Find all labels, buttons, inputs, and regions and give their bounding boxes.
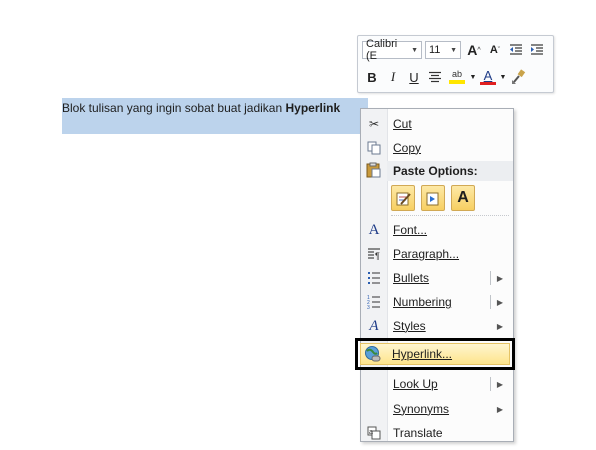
split-divider — [490, 377, 491, 391]
chevron-down-icon: ▼ — [450, 46, 457, 54]
font-color-bar — [480, 82, 496, 85]
submenu-arrow-icon[interactable]: ▶ — [497, 298, 503, 307]
svg-text:3: 3 — [367, 305, 370, 309]
selected-text-regular: Blok tulisan yang ingin sobat buat jadik… — [62, 101, 286, 115]
font-size-value: 11 — [429, 44, 441, 56]
format-painter-icon — [512, 69, 526, 84]
format-painter-button[interactable] — [508, 67, 528, 87]
menu-item-styles[interactable]: A Styles ▶ — [361, 315, 513, 337]
split-divider — [490, 295, 491, 309]
split-divider — [490, 271, 491, 285]
menu-item-bullets[interactable]: Bullets ▶ — [361, 267, 513, 289]
numbering-icon: 123 — [365, 293, 383, 311]
menu-item-label: Look Up — [393, 377, 438, 391]
menu-item-synonyms[interactable]: Synonyms ▶ — [361, 398, 513, 420]
submenu-arrow-icon[interactable]: ▶ — [497, 380, 503, 389]
font-color-button[interactable]: A — [478, 67, 498, 87]
selected-text-bold: Hyperlink — [285, 101, 341, 115]
chevron-down-icon[interactable]: ▼ — [499, 67, 507, 87]
font-name-combo[interactable]: Calibri (E ▼ — [362, 38, 422, 62]
grow-font-icon: A — [467, 42, 478, 58]
font-name-value: Calibri (E — [366, 38, 398, 62]
menu-item-label: Translate — [393, 426, 443, 440]
menu-item-label: Numbering — [393, 295, 452, 309]
decrease-indent-button[interactable] — [506, 40, 526, 60]
shrink-font-icon: A — [489, 44, 498, 56]
chevron-down-icon[interactable]: ▼ — [469, 67, 477, 87]
highlighter-icon: ab — [451, 69, 462, 79]
menu-item-label: Paragraph... — [393, 247, 460, 261]
chevron-down-icon: ▼ — [411, 46, 418, 54]
svg-text:a: a — [369, 429, 373, 436]
shrink-font-button[interactable]: Aˇ — [485, 40, 505, 60]
menu-item-label: Cut — [393, 117, 412, 131]
menu-item-copy[interactable]: Copy — [361, 137, 513, 159]
text-highlight-button[interactable]: ab — [446, 67, 468, 87]
center-align-button[interactable] — [425, 67, 445, 87]
context-menu: ✂ Cut Copy Paste Options: A A Font... ¶ … — [360, 108, 514, 442]
paste-keep-text-only-button[interactable]: A — [451, 185, 475, 211]
styles-icon: A — [369, 317, 379, 334]
menu-item-label: Styles — [393, 319, 426, 333]
menu-item-font[interactable]: A Font... — [361, 219, 513, 241]
scissors-icon: ✂ — [368, 117, 380, 131]
paste-options-label: Paste Options: — [393, 164, 478, 178]
menu-item-numbering[interactable]: 123 Numbering ▶ — [361, 291, 513, 313]
align-center-icon — [429, 71, 441, 83]
bullets-icon — [365, 269, 383, 287]
menu-item-cut[interactable]: ✂ Cut — [361, 113, 513, 135]
increase-indent-icon — [531, 44, 543, 55]
menu-item-translate[interactable]: a Translate — [361, 422, 513, 441]
underline-button[interactable]: U — [404, 67, 424, 87]
paste-options-group: A — [391, 185, 475, 211]
submenu-arrow-icon: ▶ — [496, 404, 503, 414]
submenu-arrow-icon: ▶ — [496, 321, 503, 331]
decrease-indent-icon — [510, 44, 522, 55]
submenu-arrow-icon[interactable]: ▶ — [497, 274, 503, 283]
mini-toolbar: Calibri (E ▼ 11 ▼ A ^ Aˇ B I U ab ▼ A ▼ — [357, 35, 554, 93]
caret-down-icon: ˇ — [497, 46, 501, 54]
grow-font-button[interactable]: A ^ — [464, 40, 484, 60]
hyperlink-icon — [364, 345, 382, 363]
bold-button[interactable]: B — [362, 67, 382, 87]
paste-keep-formatting-button[interactable] — [391, 185, 415, 211]
font-size-combo[interactable]: 11 ▼ — [425, 41, 461, 59]
copy-icon — [365, 139, 383, 157]
clipboard-icon — [365, 162, 383, 180]
italic-button[interactable]: I — [383, 67, 403, 87]
increase-indent-button[interactable] — [527, 40, 547, 60]
highlight-color-bar — [449, 80, 465, 84]
paste-merge-formatting-button[interactable] — [421, 185, 445, 211]
hyperlink-menu-label[interactable]: Hyperlink... — [392, 347, 452, 361]
merge-formatting-icon — [426, 192, 439, 206]
keep-source-formatting-icon — [396, 192, 411, 206]
paragraph-icon: ¶ — [365, 245, 383, 263]
menu-item-look-up[interactable]: Look Up ▶ — [361, 373, 513, 395]
menu-separator — [391, 215, 509, 216]
svg-text:¶: ¶ — [375, 251, 380, 261]
menu-item-label: Font... — [393, 223, 428, 237]
font-icon: A — [368, 221, 380, 238]
caret-up-icon: ^ — [477, 46, 481, 54]
paste-options-header: Paste Options: — [387, 161, 513, 181]
menu-item-paragraph[interactable]: ¶ Paragraph... — [361, 243, 513, 265]
menu-item-label: Bullets — [393, 271, 430, 285]
document-selected-text[interactable]: Blok tulisan yang ingin sobat buat jadik… — [62, 101, 340, 115]
menu-item-label: Synonyms — [393, 402, 450, 416]
menu-item-label: Copy — [393, 141, 422, 155]
translate-icon: a — [365, 424, 383, 441]
font-color-icon: A — [483, 68, 493, 83]
